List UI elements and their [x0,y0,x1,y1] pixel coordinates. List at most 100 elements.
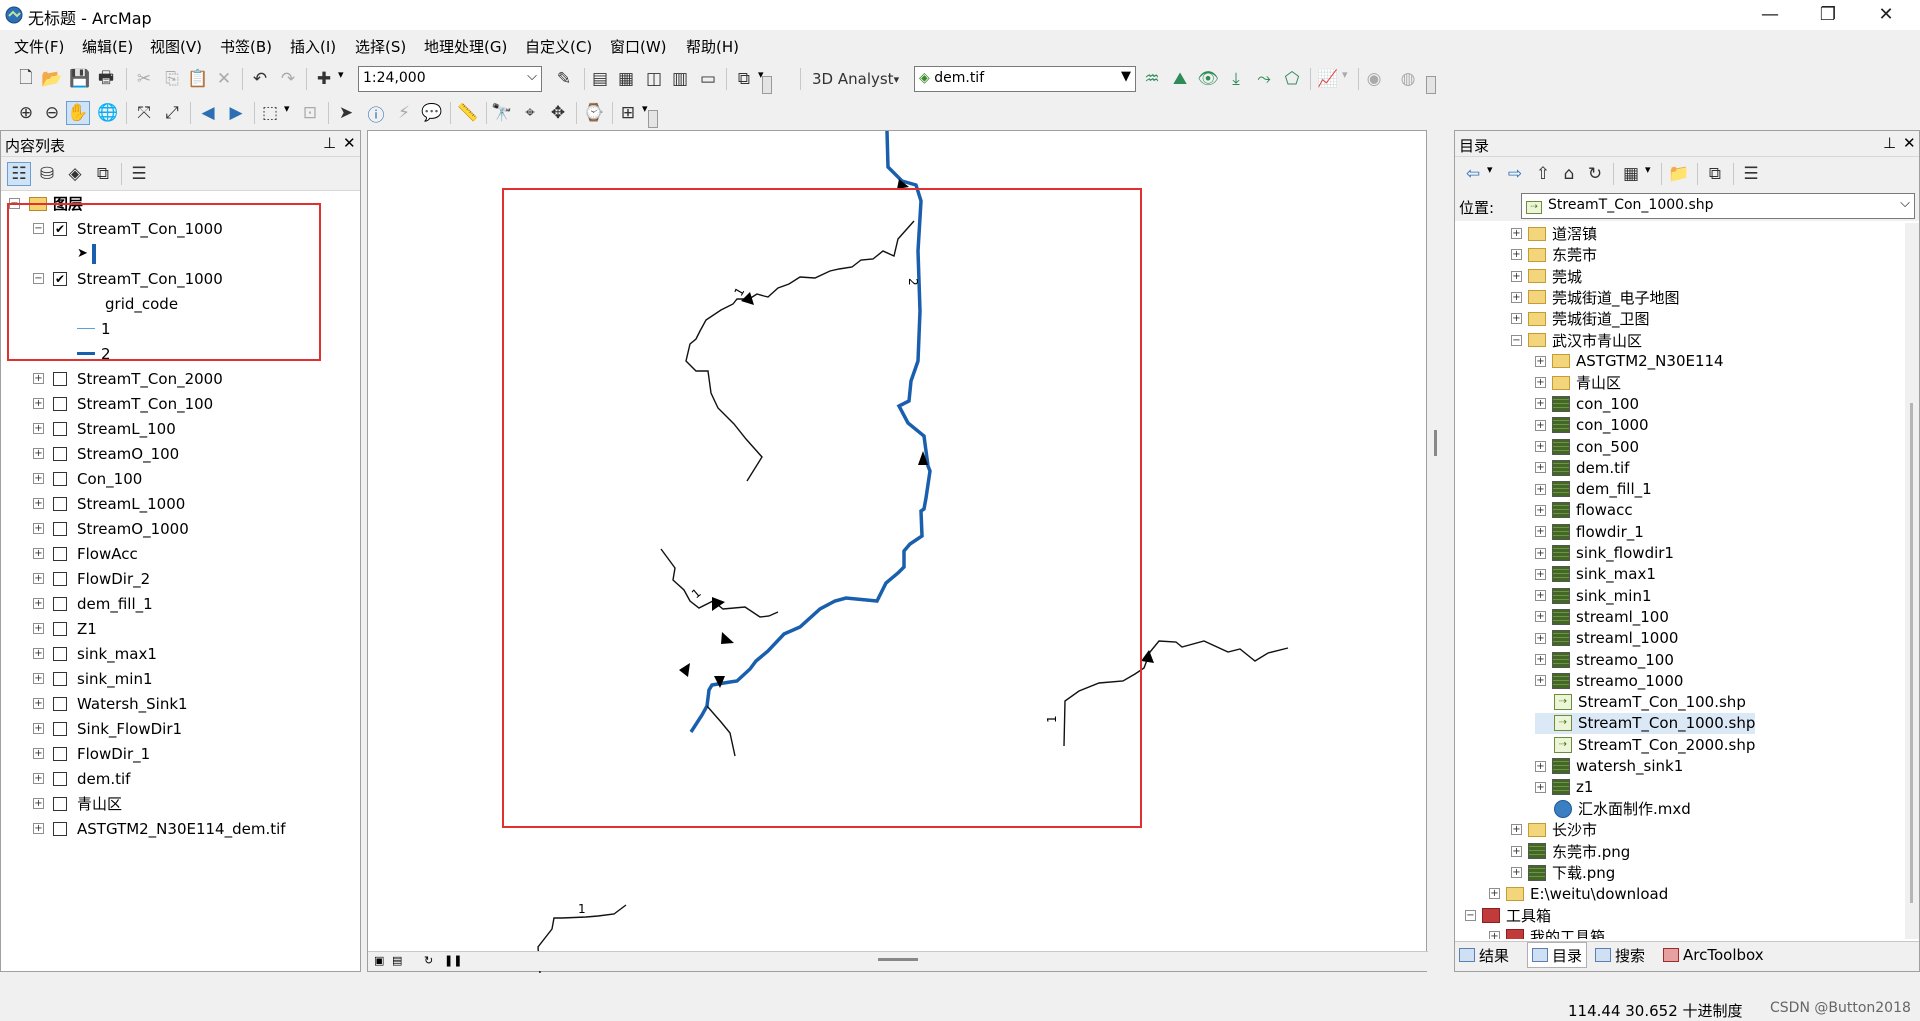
expand-icon[interactable]: + [1535,526,1546,538]
catalog-item[interactable]: + streamo_100 [1535,649,1674,670]
minimize-button[interactable]: — [1742,0,1798,30]
expand-icon[interactable]: + [33,773,44,784]
toc-layer-row[interactable]: + Z1 [33,616,97,641]
expand-icon[interactable]: + [1535,611,1546,623]
hyperlink-icon[interactable]: ⚡ [392,101,416,125]
measure-icon[interactable]: 📏 [456,101,480,125]
catalog-item[interactable]: + 道滘镇 [1511,223,1597,244]
catalog-item[interactable]: + dem_fill_1 [1535,479,1652,500]
expand-icon[interactable]: + [1535,441,1546,452]
catalog-scrollbar[interactable] [1905,223,1919,939]
identify-icon[interactable]: ⓘ [364,101,388,126]
catalog-item[interactable]: + con_500 [1535,436,1639,457]
3d-analyst-menu[interactable]: 3D Analyst ▾ [812,67,902,91]
full-extent-icon[interactable]: 🌐 [96,101,120,125]
editor-toolbar-icon[interactable]: ✎ [552,67,576,91]
add-data-dropdown-icon[interactable]: ▾ [338,68,344,81]
layer-visibility-checkbox[interactable] [53,496,67,511]
expand-icon[interactable]: + [33,823,44,834]
zoom-out-icon[interactable]: ⊖ [40,101,64,125]
expand-icon[interactable]: + [1535,462,1546,474]
back-arrow-icon[interactable]: ⇦ [1461,162,1485,186]
expand-icon[interactable]: + [1535,547,1546,559]
layer-visibility-checkbox[interactable] [53,521,67,536]
layer-visibility-checkbox[interactable] [53,721,67,736]
expand-icon[interactable]: + [1535,483,1546,495]
layer-combo[interactable]: ◈ dem.tif ▼ [914,66,1136,92]
profile-graph-icon[interactable]: 📈 [1316,67,1340,91]
redo-icon[interactable]: ↷ [276,67,300,91]
toolbar-grip[interactable] [762,76,772,94]
collapse-icon[interactable]: − [1511,334,1522,346]
select-features-icon[interactable]: ⬚ [258,101,282,125]
catalog-item[interactable]: + z1 [1535,777,1593,798]
toc-layer-row[interactable]: + StreamT_Con_100 [33,391,213,416]
expand-icon[interactable]: + [33,498,44,509]
select-elements-icon[interactable]: ➤ [334,101,358,125]
menu-insert[interactable]: 插入(I) [290,36,336,57]
layer-visibility-checkbox[interactable] [53,596,67,611]
catalog-item[interactable]: + con_1000 [1535,415,1649,436]
time-slider-icon[interactable]: ⌚ [582,101,606,125]
open-folder-icon[interactable]: 📂 [40,67,64,91]
location-combo[interactable]: ⇢ StreamT_Con_1000.shp ⌵ [1521,193,1915,219]
map-view[interactable]: 2 1 1 1 1 ▣ ▤ ↻ ❚❚ [367,130,1428,973]
expand-icon[interactable]: + [1535,760,1546,772]
toc-layer-row[interactable]: + ASTGTM2_N30E114_dem.tif [33,816,286,841]
toolbar-grip[interactable] [1426,76,1436,94]
new-document-icon[interactable]: 🗋 [14,67,38,91]
catalog-item[interactable]: + 东莞市 [1511,244,1597,265]
catalog-item[interactable]: + 青山区 [1535,372,1621,393]
toc-options-icon[interactable]: ☰ [127,162,151,186]
horizontal-splitter[interactable] [878,958,918,961]
layer-visibility-checkbox[interactable] [53,546,67,561]
toc-layer-row[interactable]: + sink_max1 [33,641,157,666]
refresh-icon[interactable]: ↻ [424,954,433,967]
layer-visibility-checkbox[interactable] [53,371,67,386]
fixed-zoom-out-icon[interactable]: ⤢ [160,101,184,125]
menu-file[interactable]: 文件(F) [14,36,64,57]
map-scale-combo[interactable]: 1:24,000 ⌵ [358,66,542,92]
viewer-dropdown-icon[interactable]: ▾ [642,102,648,115]
catalog-item[interactable]: + sink_min1 [1535,585,1652,606]
toc-layer-row[interactable]: + dem.tif [33,766,130,791]
catalog-item[interactable]: + sink_flowdir1 [1535,543,1674,564]
refresh-icon[interactable]: ↻ [1583,162,1607,186]
menu-bookmarks[interactable]: 书签(B) [220,36,272,57]
interpolate-polygon-icon[interactable]: ⬠ [1280,67,1304,91]
expand-icon[interactable]: + [1511,867,1522,878]
catalog-item[interactable]: + flowacc [1535,500,1633,521]
up-one-level-icon[interactable]: ⇧ [1531,162,1555,186]
layer-visibility-checkbox[interactable] [53,821,67,836]
list-by-source-icon[interactable]: ⛁ [35,162,59,186]
vertical-splitter[interactable] [1434,430,1437,456]
layer-visibility-checkbox[interactable] [53,796,67,811]
expand-icon[interactable]: + [1535,504,1546,516]
close-icon[interactable]: ✕ [343,134,356,152]
toc-layer-row[interactable]: + StreamO_1000 [33,516,189,541]
menu-view[interactable]: 视图(V) [150,36,202,57]
expand-icon[interactable]: + [1511,845,1522,857]
layer-visibility-checkbox[interactable] [53,471,67,486]
expand-icon[interactable]: + [1535,568,1546,580]
expand-icon[interactable]: + [33,573,44,584]
catalog-item[interactable]: + streamo_1000 [1535,670,1683,691]
pause-drawing-icon[interactable]: ❚❚ [444,954,462,967]
expand-icon[interactable]: + [33,623,44,634]
tab-catalog[interactable]: 目录 [1527,942,1588,968]
layout-view-icon[interactable]: ▤ [392,954,402,967]
expand-icon[interactable]: + [33,723,44,734]
toc-layer-row[interactable]: + 青山区 [33,791,122,816]
toc-layer-row[interactable]: + dem_fill_1 [33,591,153,616]
connect-folder-icon[interactable]: 📁 [1667,162,1691,186]
toc-layer-row[interactable]: + FlowDir_1 [33,741,150,766]
catalog-item[interactable]: + 莞城街道_卫图 [1511,308,1650,329]
toc-layer-row[interactable]: + Con_100 [33,466,142,491]
back-dropdown-icon[interactable]: ▾ [1487,163,1493,176]
profile-dropdown-icon[interactable]: ▾ [1342,68,1348,81]
list-by-visibility-icon[interactable]: ◈ [63,162,87,186]
expand-icon[interactable]: + [1535,377,1546,389]
go-forward-icon[interactable]: ▶ [224,101,248,125]
expand-icon[interactable]: + [1511,270,1522,282]
toc-layer-row[interactable]: + StreamL_1000 [33,491,185,516]
